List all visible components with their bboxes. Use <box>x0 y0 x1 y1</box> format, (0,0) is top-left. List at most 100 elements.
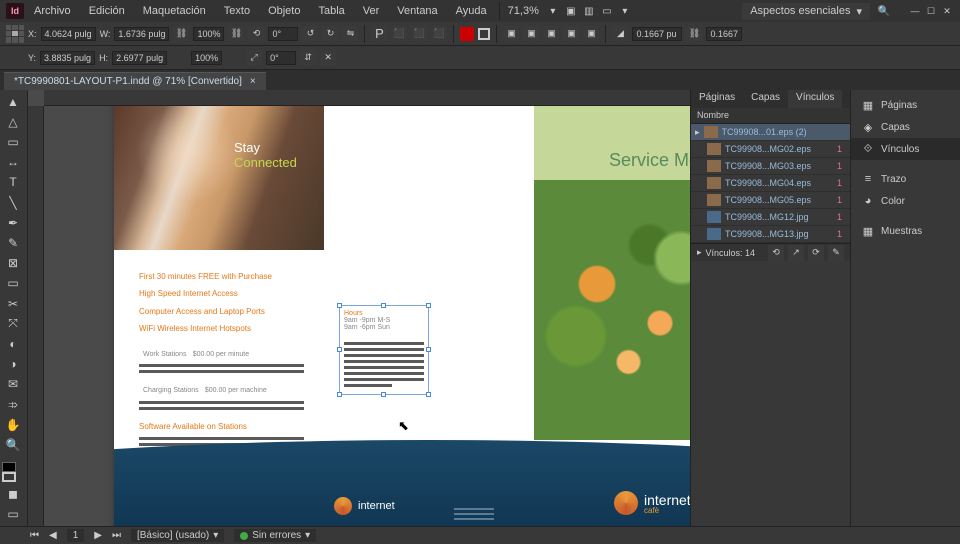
scissors-tool[interactable]: ✂ <box>0 294 26 313</box>
eyedropper-tool[interactable]: ⤃ <box>0 395 26 414</box>
menu-texto[interactable]: Texto <box>216 2 258 20</box>
stroke-weight-field-2[interactable]: 0.1667 <box>706 27 742 41</box>
note-tool[interactable]: ✉ <box>0 375 26 394</box>
screen-mode-icon[interactable]: ▭ <box>599 3 615 19</box>
goto-link-icon[interactable]: ↗ <box>788 245 804 261</box>
selection-tool[interactable]: ▲ <box>0 92 26 111</box>
page-tool[interactable]: ▭ <box>0 132 26 151</box>
page-nav-prev[interactable]: ◀ <box>49 530 57 541</box>
fill-swatch[interactable] <box>460 27 474 41</box>
page-nav-prev[interactable]: ⏮ <box>30 530 39 541</box>
disclosure-icon[interactable]: ▸ <box>697 247 702 258</box>
ruler-vertical[interactable] <box>28 106 44 526</box>
tab-capas[interactable]: Capas <box>743 90 788 108</box>
rotation-field[interactable]: 0° <box>268 27 298 41</box>
link-row[interactable]: TC99908...MG04.eps1 <box>691 175 850 192</box>
clear-transform-icon[interactable]: ✕ <box>320 50 336 66</box>
pen-tool[interactable]: ✒ <box>0 213 26 232</box>
gradient-feather-tool[interactable]: ◑ <box>0 355 26 374</box>
wrap-icon[interactable]: ▣ <box>583 26 599 42</box>
flip-v-icon[interactable]: ⇵ <box>300 50 316 66</box>
link-row[interactable]: TC99908...MG02.eps1 <box>691 141 850 158</box>
stroke-swatch[interactable] <box>478 28 490 40</box>
maximize-button[interactable]: ☐ <box>924 5 938 17</box>
hand-tool[interactable]: ✋ <box>0 415 26 434</box>
direct-selection-tool[interactable]: △ <box>0 112 26 131</box>
selection-handle[interactable] <box>337 303 342 308</box>
apply-color[interactable]: ◼ <box>0 485 26 504</box>
stroke-weight-field[interactable]: 0.1667 pu <box>632 27 682 41</box>
align-bot-icon[interactable]: ⬛ <box>431 26 447 42</box>
menu-ventana[interactable]: Ventana <box>389 2 445 20</box>
wrap-icon[interactable]: ▣ <box>563 26 579 42</box>
master-page[interactable]: [Básico] (usado) ▾ <box>131 529 224 542</box>
scale-w-field[interactable]: 100% <box>193 27 224 41</box>
rotate-ccw-icon[interactable]: ↺ <box>302 26 318 42</box>
gradient-swatch-tool[interactable]: ◐ <box>0 334 26 353</box>
pencil-tool[interactable]: ✎ <box>0 233 26 252</box>
fill-color[interactable] <box>2 462 16 472</box>
selection-handle[interactable] <box>337 392 342 397</box>
reference-point[interactable] <box>6 25 24 43</box>
wrap-icon[interactable]: ▣ <box>503 26 519 42</box>
chevron-down-icon[interactable]: ▾ <box>545 3 561 19</box>
dock-muestras[interactable]: ▦Muestras <box>851 220 960 242</box>
rotate-cw-icon[interactable]: ↻ <box>322 26 338 42</box>
close-tab-icon[interactable]: × <box>250 76 256 87</box>
dock-trazo[interactable]: ≡Trazo <box>851 168 960 190</box>
screen-mode[interactable]: ▭ <box>0 505 26 524</box>
selection-handle[interactable] <box>337 347 342 352</box>
tab-paginas[interactable]: Páginas <box>691 90 743 108</box>
disclosure-icon[interactable]: ▸ <box>695 127 700 138</box>
free-transform-tool[interactable]: ⤧ <box>0 314 26 333</box>
hours-text-frame-selected[interactable]: Hours 9am -9pm M-S 9am -6pm Sun <box>339 305 429 395</box>
selection-handle[interactable] <box>381 392 386 397</box>
link-row[interactable]: TC99908...MG12.jpg1 <box>691 209 850 226</box>
x-field[interactable]: 4.0624 pulg <box>41 27 96 41</box>
zoom-control[interactable]: 71,3% ▾ <box>504 3 561 19</box>
workspace-switcher[interactable]: Aspectos esenciales ▾ <box>742 3 870 20</box>
menu-tabla[interactable]: Tabla <box>310 2 352 20</box>
dock-paginas[interactable]: ▦Páginas <box>851 94 960 116</box>
link-row[interactable]: TC99908...MG13.jpg1 <box>691 226 850 243</box>
dock-capas[interactable]: ◈Capas <box>851 116 960 138</box>
menu-objeto[interactable]: Objeto <box>260 2 308 20</box>
rectangle-frame-tool[interactable]: ⊠ <box>0 254 26 273</box>
flip-h-icon[interactable]: ⇋ <box>342 26 358 42</box>
bridge-icon[interactable]: ▣ <box>563 3 579 19</box>
page-nav-next[interactable]: ⏭ <box>112 530 121 541</box>
document-tab[interactable]: *TC9990801-LAYOUT-P1.indd @ 71% [Convert… <box>4 72 266 90</box>
scale-h-field[interactable]: 100% <box>191 51 222 65</box>
page-nav-next[interactable]: ▶ <box>94 530 102 541</box>
dock-color[interactable]: ◕Color <box>851 190 960 212</box>
selection-handle[interactable] <box>426 303 431 308</box>
menu-ayuda[interactable]: Ayuda <box>448 2 495 20</box>
corner-icon[interactable]: ◢ <box>612 26 628 42</box>
w-field[interactable]: 1.6736 pulg <box>114 27 169 41</box>
menu-maquetacion[interactable]: Maquetación <box>135 2 214 20</box>
view-icon[interactable]: ▥ <box>581 3 597 19</box>
link-row[interactable]: TC99908...MG05.eps1 <box>691 192 850 209</box>
zoom-tool[interactable]: 🔍 <box>0 435 26 454</box>
tab-vinculos[interactable]: Vínculos <box>788 90 842 108</box>
arrange-icon[interactable]: ▾ <box>617 3 633 19</box>
h-field[interactable]: 2.6977 pulg <box>112 51 167 65</box>
constrain-icon[interactable]: ⛓ <box>173 26 189 42</box>
selection-handle[interactable] <box>426 347 431 352</box>
rectangle-tool[interactable]: ▭ <box>0 274 26 293</box>
document-page[interactable]: Stay Connected First 30 minutes FREE wit… <box>114 106 744 526</box>
wrap-icon[interactable]: ▣ <box>523 26 539 42</box>
page-field[interactable]: 1 <box>67 529 85 542</box>
wrap-icon[interactable]: ▣ <box>543 26 559 42</box>
align-top-icon[interactable]: ⬛ <box>391 26 407 42</box>
search-icon[interactable]: 🔍 <box>876 3 892 19</box>
edit-original-icon[interactable]: ✎ <box>828 245 844 261</box>
hero-photo[interactable]: Stay Connected <box>114 106 324 250</box>
preflight-status[interactable]: Sin errores ▾ <box>234 529 316 542</box>
color-swatches[interactable] <box>0 460 27 484</box>
paragraph-icon[interactable]: P <box>371 26 387 42</box>
type-tool[interactable]: T <box>0 173 26 192</box>
menu-ver[interactable]: Ver <box>355 2 388 20</box>
update-link-icon[interactable]: ⟳ <box>808 245 824 261</box>
close-button[interactable]: ✕ <box>940 5 954 17</box>
